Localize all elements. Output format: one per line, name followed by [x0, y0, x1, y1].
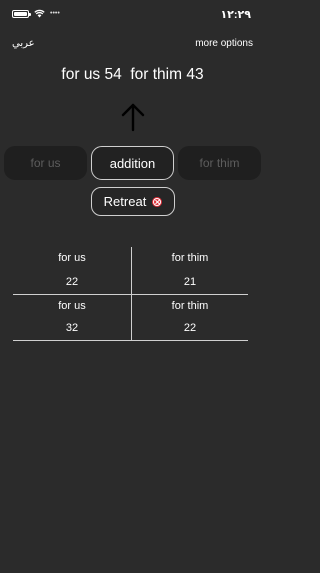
signal-icon: •••• [50, 9, 60, 17]
battery-icon [12, 9, 31, 18]
close-circle-icon [152, 196, 163, 207]
language-button[interactable]: عربي [12, 38, 35, 49]
row-divider [13, 294, 248, 295]
row1-us-value: 22 [65, 276, 79, 288]
retreat-label: Retreat [103, 194, 147, 209]
for-them-button[interactable]: for thim [178, 146, 261, 180]
status-bar: •••• ١٢:٢٩ [0, 0, 265, 30]
for-us-button[interactable]: for us [4, 146, 87, 180]
row2-them-label: for thim [171, 300, 209, 312]
row2-us-label: for us [58, 300, 86, 312]
row1-them-label: for thim [171, 252, 209, 264]
nav-bar: عربي more options [0, 38, 265, 54]
addition-button[interactable]: addition [91, 146, 174, 180]
team-selector: for us addition for thim [0, 146, 265, 182]
row2-them-value: 22 [183, 322, 197, 334]
arrow-up-icon [119, 102, 147, 132]
table-bottom-line [13, 340, 248, 341]
status-time: ١٢:٢٩ [220, 9, 251, 21]
score-summary: for us 54 for thim 43 [61, 66, 204, 83]
score-history-table: for us for thim 22 21 for us for thim 32… [13, 218, 251, 342]
wifi-icon [34, 9, 45, 18]
status-icons: •••• [12, 9, 60, 18]
row2-us-value: 32 [65, 322, 79, 334]
row1-them-value: 21 [183, 276, 197, 288]
more-options-button[interactable]: more options [195, 38, 253, 49]
retreat-button[interactable]: Retreat [91, 187, 175, 216]
row1-us-label: for us [58, 252, 86, 264]
